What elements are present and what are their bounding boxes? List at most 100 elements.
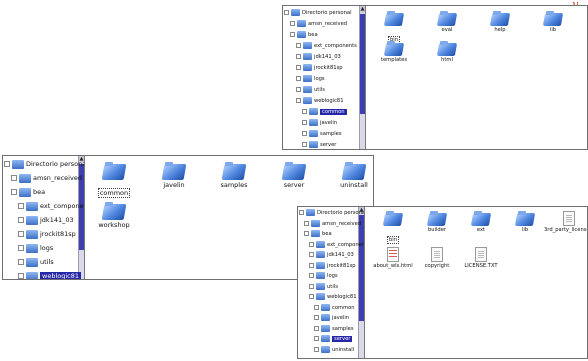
scroll-thumb[interactable]: [359, 215, 364, 321]
tree-scrollbar[interactable]: ▲: [358, 207, 364, 358]
tree-item-directorio-personal[interactable]: Directorio personal: [284, 8, 352, 19]
file-item-help[interactable]: help: [475, 11, 525, 33]
expand-toggle-icon[interactable]: [302, 120, 307, 125]
file-item-ext[interactable]: ext: [456, 211, 506, 233]
expand-toggle-icon[interactable]: [290, 32, 295, 37]
tree-item-samples[interactable]: samples: [314, 324, 354, 335]
expand-toggle-icon[interactable]: [314, 346, 319, 352]
tree-item-bea[interactable]: bea: [304, 229, 332, 240]
expand-toggle-icon[interactable]: [302, 109, 307, 114]
expand-toggle-icon[interactable]: [309, 262, 314, 268]
tree-item-amsn-received[interactable]: amsn_received: [11, 171, 82, 185]
expand-toggle-icon[interactable]: [18, 217, 24, 223]
tree-item-amsn-received[interactable]: amsn_received: [304, 219, 361, 230]
file-item-copyright[interactable]: copyright: [412, 247, 462, 269]
expand-toggle-icon[interactable]: [314, 315, 319, 320]
file-item-about-wls-html[interactable]: about_wls.html: [368, 247, 418, 269]
file-item-nodemanager[interactable]: nodemanager: [581, 11, 587, 33]
tree-item-directorio-personal[interactable]: Directorio personal: [299, 208, 364, 219]
expand-toggle-icon[interactable]: [309, 283, 314, 289]
tree-item-ext-components[interactable]: ext_components: [296, 41, 357, 52]
expand-toggle-icon[interactable]: [296, 76, 301, 81]
expand-toggle-icon[interactable]: [302, 142, 307, 147]
expand-toggle-icon[interactable]: [309, 294, 314, 299]
tree-item-directorio-personal[interactable]: Directorio personal: [4, 157, 84, 171]
expand-toggle-icon[interactable]: [296, 43, 301, 48]
tree-item-uninstall[interactable]: uninstall: [314, 345, 354, 356]
file-item-workshop[interactable]: workshop: [89, 202, 139, 229]
file-item-html[interactable]: html: [422, 41, 472, 63]
tree-item-samples[interactable]: samples: [302, 129, 342, 140]
expand-toggle-icon[interactable]: [304, 231, 309, 236]
file-item-uninstall[interactable]: uninstall: [329, 162, 373, 189]
expand-toggle-icon[interactable]: [4, 161, 10, 167]
file-item-builder[interactable]: builder: [412, 211, 462, 233]
tree-item-server[interactable]: server: [302, 140, 336, 149]
file-item-3rd-party-licenses-txt[interactable]: 3rd_party_licenses.txt: [544, 211, 587, 233]
tree-scrollbar[interactable]: ▲: [359, 6, 365, 149]
file-item-javelin[interactable]: javelin: [149, 162, 199, 189]
tree-item-utils[interactable]: utils: [296, 85, 325, 96]
expand-toggle-icon[interactable]: [296, 87, 301, 92]
file-item-bin[interactable]: bin: [368, 211, 418, 245]
expand-toggle-icon[interactable]: [18, 259, 24, 265]
file-item-lib[interactable]: lib: [500, 211, 550, 233]
tree-item-logs[interactable]: logs: [18, 241, 53, 255]
file-item-label: nodemanager: [581, 27, 587, 33]
expand-toggle-icon[interactable]: [314, 325, 319, 331]
tree-item-server[interactable]: server: [314, 334, 353, 345]
file-item-eval[interactable]: eval: [422, 11, 472, 33]
expand-toggle-icon[interactable]: [18, 231, 24, 237]
expand-toggle-icon[interactable]: [296, 65, 301, 70]
expand-toggle-icon[interactable]: [309, 252, 314, 257]
expand-toggle-icon[interactable]: [11, 175, 17, 181]
file-item-server[interactable]: server: [269, 162, 319, 189]
tree-item-common[interactable]: common: [314, 303, 355, 314]
expand-toggle-icon[interactable]: [299, 210, 304, 215]
file-item-license-txt[interactable]: LICENSE.TXT: [456, 247, 506, 269]
tree-item-common[interactable]: common: [302, 107, 347, 118]
file-item-lib[interactable]: lib: [528, 11, 578, 33]
expand-toggle-icon[interactable]: [296, 98, 301, 103]
file-item-bin[interactable]: bin: [369, 11, 419, 45]
tree-item-label: utils: [314, 87, 325, 93]
expand-toggle-icon[interactable]: [309, 273, 314, 278]
scroll-up-arrow-icon[interactable]: ▲: [360, 6, 365, 13]
tree-item-logs[interactable]: logs: [296, 74, 325, 85]
tree-item-utils[interactable]: utils: [18, 255, 54, 269]
expand-toggle-icon[interactable]: [302, 131, 307, 136]
tree-item-bea[interactable]: bea: [11, 185, 45, 199]
expand-toggle-icon[interactable]: [296, 54, 301, 59]
tree-item-jdk141-03[interactable]: jdk141_03: [296, 52, 341, 63]
expand-toggle-icon[interactable]: [309, 241, 314, 247]
expand-toggle-icon[interactable]: [18, 273, 24, 279]
tree-item-amsn-received[interactable]: amsn_received: [290, 19, 347, 30]
file-item-common[interactable]: common: [89, 162, 139, 199]
expand-toggle-icon[interactable]: [314, 336, 319, 341]
expand-toggle-icon[interactable]: [11, 189, 17, 195]
file-item-samples[interactable]: samples: [209, 162, 259, 189]
tree-item-jrockit81sp[interactable]: jrockit81sp: [309, 261, 356, 272]
scroll-thumb[interactable]: [360, 14, 365, 115]
tree-item-ext-components[interactable]: ext_components: [18, 199, 84, 213]
tree-item-weblogic81[interactable]: weblogic81: [309, 292, 357, 303]
tree-item-javelin[interactable]: javelin: [302, 118, 337, 129]
tree-item-jdk141-03[interactable]: jdk141_03: [18, 213, 74, 227]
expand-toggle-icon[interactable]: [18, 245, 24, 251]
tree-item-logs[interactable]: logs: [309, 271, 338, 282]
expand-toggle-icon[interactable]: [290, 21, 295, 26]
tree-item-bea[interactable]: bea: [290, 30, 318, 41]
tree-item-javelin[interactable]: javelin: [314, 313, 349, 324]
tree-item-jrockit81sp[interactable]: jrockit81sp: [18, 227, 76, 241]
tree-item-utils[interactable]: utils: [309, 282, 338, 293]
expand-toggle-icon[interactable]: [314, 304, 319, 310]
file-item-templates[interactable]: templates: [369, 41, 419, 63]
tree-item-ext-components[interactable]: ext_components: [309, 240, 364, 251]
expand-toggle-icon[interactable]: [284, 10, 289, 15]
tree-item-weblogic81[interactable]: weblogic81: [296, 96, 344, 107]
tree-item-weblogic81[interactable]: weblogic81: [18, 269, 82, 279]
expand-toggle-icon[interactable]: [18, 203, 24, 209]
tree-item-jrockit81sp[interactable]: jrockit81sp: [296, 63, 343, 74]
expand-toggle-icon[interactable]: [304, 220, 309, 226]
tree-item-jdk141-03[interactable]: jdk141_03: [309, 250, 354, 261]
